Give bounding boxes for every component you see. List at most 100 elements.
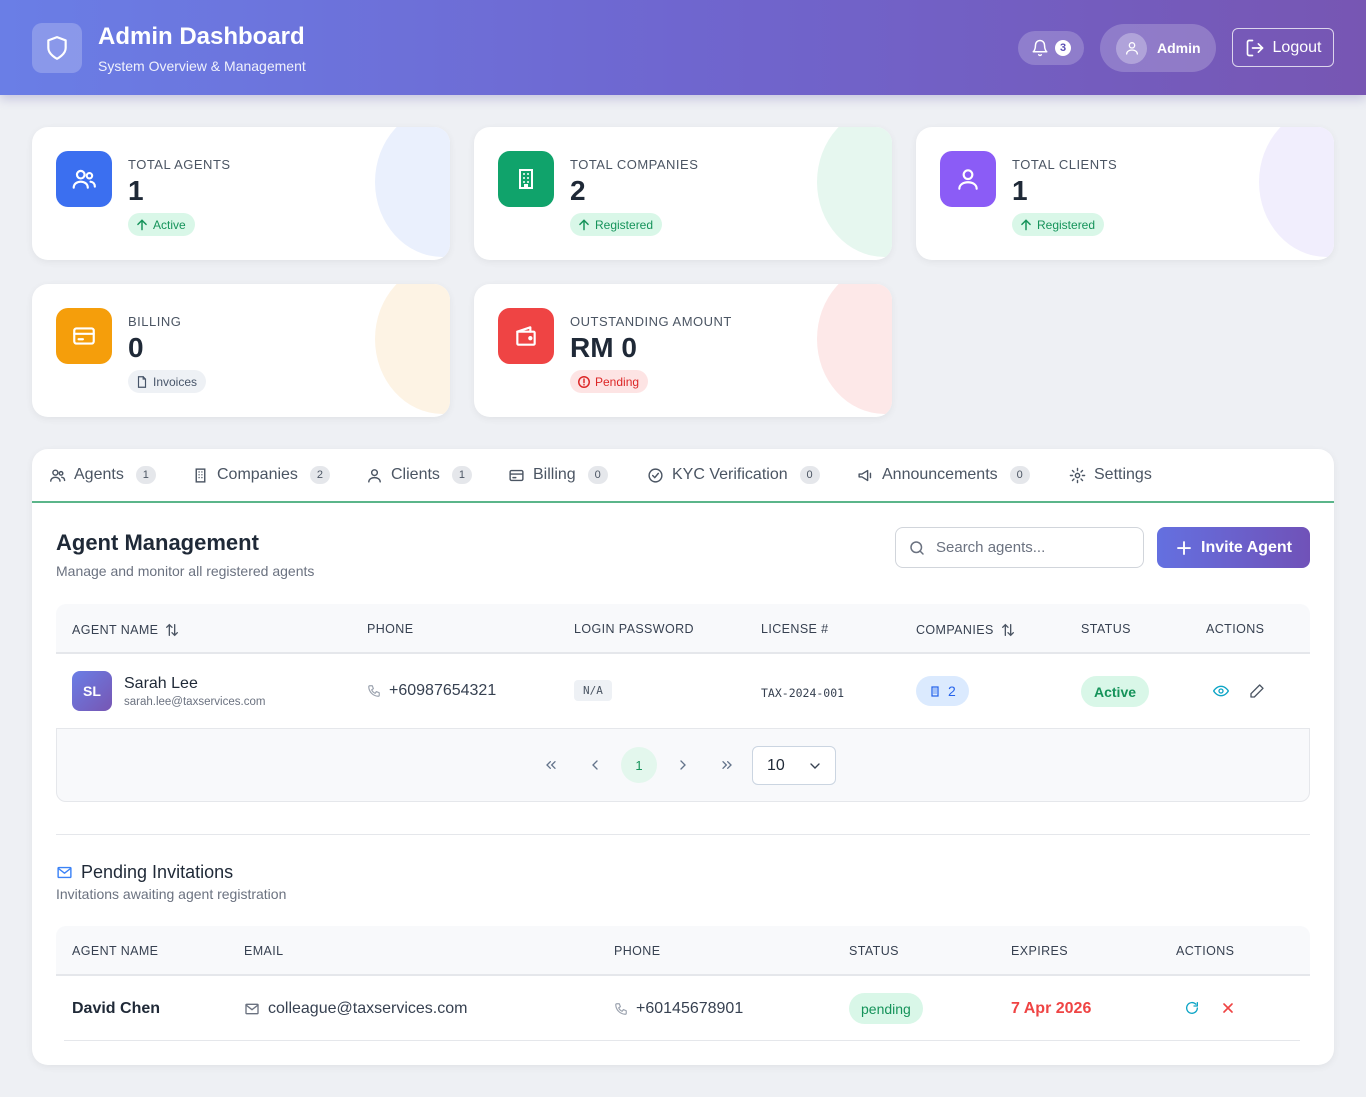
page-title: Admin Dashboard bbox=[98, 23, 305, 50]
first-page-icon[interactable] bbox=[533, 747, 569, 783]
mail-icon bbox=[57, 866, 72, 879]
tab-label: Agents bbox=[74, 466, 124, 483]
column-header-actions: ACTIONS bbox=[1176, 944, 1235, 958]
column-header-agent-name: AGENT NAME bbox=[72, 944, 159, 958]
stat-badge: Registered bbox=[570, 213, 663, 236]
building-icon bbox=[195, 467, 206, 483]
stat-label: OUTSTANDING AMOUNT bbox=[570, 314, 732, 329]
page-size-select[interactable]: 10 bbox=[752, 746, 836, 785]
logout-icon bbox=[1245, 38, 1265, 58]
invitations-subtitle: Invitations awaiting agent registration bbox=[56, 886, 287, 902]
invitations-table-header: AGENT NAME EMAIL PHONE STATUS EXPIRES AC… bbox=[56, 926, 1310, 976]
tab-count: 0 bbox=[799, 466, 820, 484]
table-row: David Chen colleague@taxservices.com +60… bbox=[64, 977, 1300, 1041]
stat-badge: Pending bbox=[570, 370, 649, 393]
stat-value: 2 bbox=[570, 175, 586, 206]
tab-count: 2 bbox=[309, 466, 330, 484]
main-panel: Agents 1 Companies 2 Clients 1 Billing 0… bbox=[32, 449, 1334, 1065]
cancel-close-icon[interactable] bbox=[1220, 1000, 1236, 1016]
tab-agents[interactable]: Agents 1 bbox=[49, 466, 156, 484]
invitee-name: David Chen bbox=[72, 1000, 161, 1017]
invitee-phone: +60145678901 bbox=[636, 1000, 744, 1017]
wallet-icon bbox=[498, 308, 554, 364]
stat-card-total-clients: TOTAL CLIENTS 1 Registered bbox=[916, 127, 1334, 260]
table-row: SL Sarah Lee sarah.lee@taxservices.com +… bbox=[56, 655, 1310, 729]
gear-icon bbox=[1069, 467, 1086, 483]
section-title: Agent Management bbox=[56, 530, 259, 555]
column-header-companies[interactable]: COMPANIES bbox=[916, 622, 1016, 638]
users-icon bbox=[56, 151, 112, 207]
stat-label: BILLING bbox=[128, 314, 182, 329]
stat-card-billing: BILLING 0 Invoices bbox=[32, 284, 450, 417]
stat-label: TOTAL CLIENTS bbox=[1012, 157, 1118, 172]
arrow-up-icon bbox=[579, 218, 589, 230]
tab-announcements[interactable]: Announcements 0 bbox=[857, 466, 1030, 484]
stat-badge: Active bbox=[128, 213, 195, 236]
invitee-email: colleague@taxservices.com bbox=[268, 1000, 468, 1017]
search-input[interactable] bbox=[936, 539, 1126, 556]
column-header-license: LICENSE # bbox=[761, 622, 829, 636]
shield-icon bbox=[32, 23, 82, 73]
column-header-status: STATUS bbox=[849, 944, 899, 958]
bell-icon bbox=[1031, 39, 1049, 57]
tab-billing[interactable]: Billing 0 bbox=[508, 466, 608, 484]
file-icon bbox=[137, 375, 147, 388]
invitations-title: Pending Invitations bbox=[81, 862, 234, 882]
stat-card-total-companies: TOTAL COMPANIES 2 Registered bbox=[474, 127, 892, 260]
tab-settings[interactable]: Settings bbox=[1069, 466, 1152, 484]
tab-kyc-verification[interactable]: KYC Verification 0 bbox=[647, 466, 820, 484]
page-button-current[interactable]: 1 bbox=[621, 747, 657, 783]
plus-icon bbox=[1177, 540, 1191, 555]
user-name: Admin bbox=[1157, 40, 1201, 56]
stat-card-total-agents: TOTAL AGENTS 1 Active bbox=[32, 127, 450, 260]
logout-label: Logout bbox=[1272, 38, 1322, 56]
page-subtitle: System Overview & Management bbox=[98, 58, 306, 74]
stat-badge: Invoices bbox=[128, 370, 207, 393]
prev-page-icon[interactable] bbox=[577, 747, 613, 783]
tab-companies[interactable]: Companies 2 bbox=[192, 466, 330, 484]
section-subtitle: Manage and monitor all registered agents bbox=[56, 563, 315, 579]
edit-pencil-icon[interactable] bbox=[1249, 683, 1265, 699]
search-agents-field[interactable] bbox=[895, 527, 1144, 568]
user-icon bbox=[940, 151, 996, 207]
stat-badge-label: Pending bbox=[595, 374, 640, 389]
stat-card-outstanding-amount: OUTSTANDING AMOUNT RM 0 Pending bbox=[474, 284, 892, 417]
megaphone-icon bbox=[858, 469, 872, 481]
tab-count: 0 bbox=[1009, 466, 1030, 484]
column-header-expires: EXPIRES bbox=[1011, 944, 1068, 958]
user-menu[interactable]: Admin bbox=[1100, 24, 1216, 72]
search-icon bbox=[910, 540, 924, 555]
tab-count: 1 bbox=[135, 466, 156, 484]
stat-value: 1 bbox=[128, 175, 144, 206]
stat-value: 0 bbox=[128, 332, 144, 363]
stat-value: 1 bbox=[1012, 175, 1028, 206]
users-icon bbox=[50, 468, 66, 482]
logout-button[interactable]: Logout bbox=[1232, 28, 1334, 67]
credit-card-icon bbox=[56, 308, 112, 364]
resend-refresh-icon[interactable] bbox=[1184, 1000, 1200, 1016]
phone-icon bbox=[615, 1003, 627, 1015]
invitations-heading: Pending Invitations bbox=[56, 862, 233, 883]
column-header-phone: PHONE bbox=[367, 622, 414, 636]
tab-clients[interactable]: Clients 1 bbox=[366, 466, 472, 484]
arrow-up-icon bbox=[1021, 218, 1031, 230]
last-page-icon[interactable] bbox=[709, 747, 745, 783]
invite-agent-button[interactable]: Invite Agent bbox=[1157, 527, 1310, 568]
stat-badge-label: Active bbox=[153, 217, 186, 232]
license-number: TAX-2024-001 bbox=[761, 686, 845, 700]
view-eye-icon[interactable] bbox=[1213, 683, 1229, 699]
notifications-button[interactable]: 3 bbox=[1018, 31, 1084, 65]
arrow-up-icon bbox=[137, 218, 147, 230]
column-header-agent-name[interactable]: AGENT NAME bbox=[72, 622, 180, 638]
tab-label: Clients bbox=[391, 466, 440, 483]
companies-count-badge[interactable]: 2 bbox=[916, 676, 969, 706]
stat-label: TOTAL AGENTS bbox=[128, 157, 231, 172]
alert-circle-icon bbox=[578, 375, 590, 388]
column-header-phone: PHONE bbox=[614, 944, 661, 958]
sort-icon bbox=[166, 623, 179, 637]
column-header-status: STATUS bbox=[1081, 622, 1131, 636]
phone-icon bbox=[368, 685, 380, 697]
badge-check-icon bbox=[648, 467, 663, 483]
next-page-icon[interactable] bbox=[665, 747, 701, 783]
stat-badge: Registered bbox=[1012, 213, 1105, 236]
